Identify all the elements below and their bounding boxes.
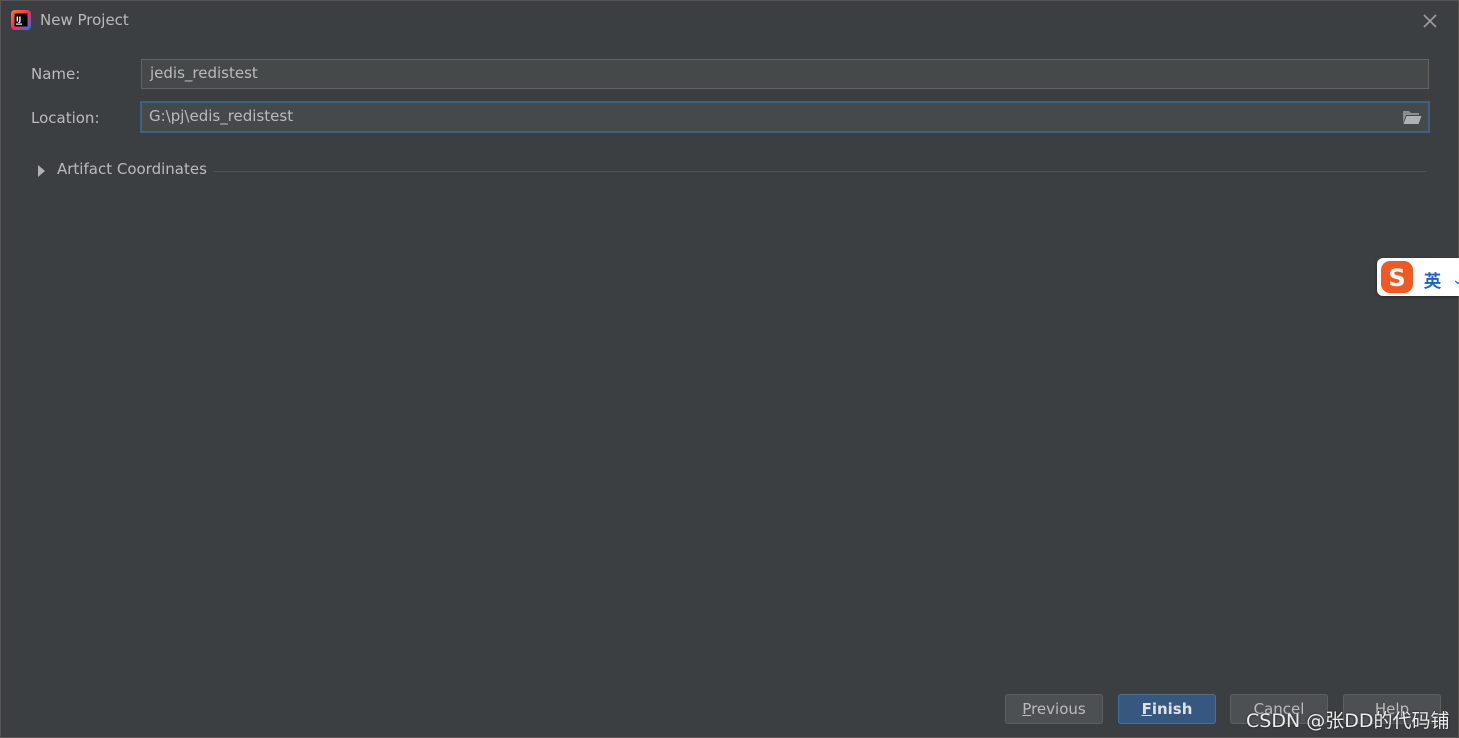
location-label: Location: xyxy=(31,109,100,127)
expand-triangle-icon[interactable] xyxy=(37,165,47,177)
new-project-dialog: IJ New Project Name: jedis_redistest Loc… xyxy=(0,0,1459,738)
title-bar: IJ New Project xyxy=(1,1,1458,39)
name-label: Name: xyxy=(31,65,81,83)
previous-button[interactable]: Previous xyxy=(1005,694,1103,724)
browse-folder-icon[interactable] xyxy=(1402,109,1422,125)
artifact-coordinates-section[interactable]: Artifact Coordinates xyxy=(37,159,1427,183)
svg-text:S: S xyxy=(1388,264,1405,292)
previous-label: revious xyxy=(1031,700,1086,718)
ime-mode[interactable]: 英 xyxy=(1424,267,1441,292)
section-divider xyxy=(213,171,1427,172)
location-input[interactable]: G:\pj\edis_redistest xyxy=(140,101,1430,133)
ime-toolbar[interactable]: S 英 ⌄ xyxy=(1377,258,1459,296)
location-input-value: G:\pj\edis_redistest xyxy=(149,107,294,125)
ime-arrow: ⌄ xyxy=(1452,272,1459,288)
previous-mnemonic: P xyxy=(1022,700,1032,718)
window-title: New Project xyxy=(40,11,129,29)
artifact-coordinates-label: Artifact Coordinates xyxy=(57,160,207,178)
intellij-app-icon: IJ xyxy=(11,10,31,30)
finish-label: inish xyxy=(1151,700,1193,718)
sogou-logo-icon: S xyxy=(1381,261,1413,293)
watermark: CSDN @张DD的代码铺 xyxy=(1246,710,1450,732)
svg-text:IJ: IJ xyxy=(16,16,21,24)
name-input[interactable]: jedis_redistest xyxy=(141,59,1429,89)
finish-button[interactable]: Finish xyxy=(1118,694,1216,724)
close-icon[interactable] xyxy=(1419,10,1441,32)
finish-mnemonic: F xyxy=(1141,700,1152,718)
name-input-value: jedis_redistest xyxy=(150,64,258,82)
